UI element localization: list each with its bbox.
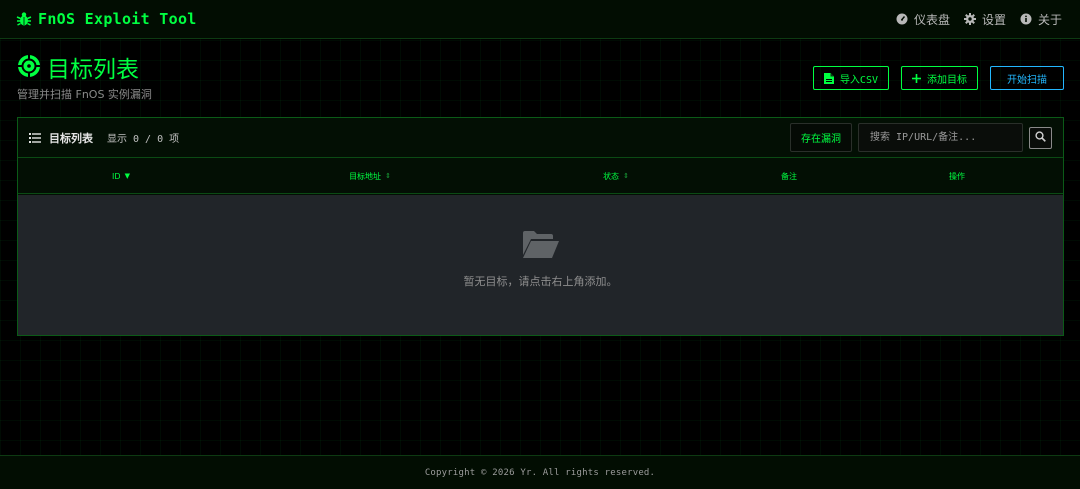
empty-state: 暂无目标，请点击右上角添加。 [18, 195, 1063, 335]
nav-settings-label: 设置 [981, 12, 1006, 27]
brand[interactable]: FnOS Exploit Tool [16, 10, 197, 28]
item-count: 显示 0 / 0 项 [107, 134, 180, 145]
nav-dashboard-label: 仪表盘 [913, 12, 950, 27]
column-status-label: 状态 [603, 171, 620, 181]
column-target-address-label: 目标地址 [349, 171, 382, 181]
page-title: 目标列表 [17, 54, 152, 85]
sort-icon: ⇕ [623, 172, 629, 180]
add-target-button[interactable]: 添加目标 [901, 66, 978, 90]
header-actions: 导入CSV 添加目标 开始扫描 [812, 66, 1064, 90]
column-remarks: 备注 [781, 158, 797, 194]
search-icon [1035, 130, 1046, 145]
search-input[interactable] [858, 123, 1023, 152]
start-scan-button[interactable]: 开始扫描 [990, 66, 1064, 90]
list-icon [29, 128, 41, 147]
nav-settings[interactable]: 设置 [963, 11, 1006, 28]
file-csv-icon [823, 72, 834, 84]
column-id-label: ID [112, 171, 121, 181]
column-actions: 操作 [949, 158, 965, 194]
add-target-label: 添加目标 [927, 74, 967, 86]
crosshairs-icon [17, 54, 41, 85]
start-scan-label: 开始扫描 [1007, 74, 1047, 86]
page-subtitle: 管理并扫描 FnOS 实例漏洞 [17, 88, 152, 101]
sort-icon: ⇕ [385, 172, 391, 180]
page-title-text: 目标列表 [47, 56, 139, 83]
table-header: ID ▼ 目标地址 ⇕ 状态 ⇕ 备注 操作 [18, 158, 1063, 194]
targets-card: 目标列表 显示 0 / 0 项 存在漏洞 ID ▼ 目标地址 ⇕ [17, 117, 1064, 336]
card-title: 目标列表 [49, 131, 93, 145]
brand-name: FnOS Exploit Tool [38, 10, 197, 28]
top-navbar: FnOS Exploit Tool 仪表盘 设置 关于 [0, 0, 1080, 39]
search-button[interactable] [1029, 126, 1052, 149]
page-header: 目标列表 管理并扫描 FnOS 实例漏洞 [17, 54, 152, 102]
nav-about[interactable]: 关于 [1020, 11, 1062, 28]
nav-dashboard[interactable]: 仪表盘 [896, 11, 950, 28]
vulnerable-filter-button[interactable]: 存在漏洞 [790, 123, 852, 152]
import-csv-button[interactable]: 导入CSV [812, 66, 889, 90]
column-actions-label: 操作 [949, 171, 965, 181]
empty-message: 暂无目标，请点击右上角添加。 [463, 275, 618, 288]
plus-icon [912, 73, 921, 83]
card-header: 目标列表 显示 0 / 0 项 存在漏洞 [18, 118, 1063, 158]
column-target-address[interactable]: 目标地址 ⇕ [349, 158, 391, 194]
gear-icon [963, 13, 976, 25]
nav-about-label: 关于 [1037, 12, 1062, 27]
footer: Copyright © 2026 Yr. All rights reserved… [0, 455, 1080, 489]
gauge-icon [896, 13, 908, 25]
info-icon [1020, 13, 1032, 25]
column-id[interactable]: ID ▼ [112, 158, 130, 194]
bug-icon [16, 11, 32, 27]
folder-open-icon [522, 229, 560, 263]
column-status[interactable]: 状态 ⇕ [603, 158, 629, 194]
copyright-text: Copyright © 2026 Yr. All rights reserved… [424, 467, 656, 478]
column-remarks-label: 备注 [781, 171, 797, 181]
import-csv-label: 导入CSV [839, 74, 878, 86]
sort-desc-icon: ▼ [124, 172, 130, 180]
